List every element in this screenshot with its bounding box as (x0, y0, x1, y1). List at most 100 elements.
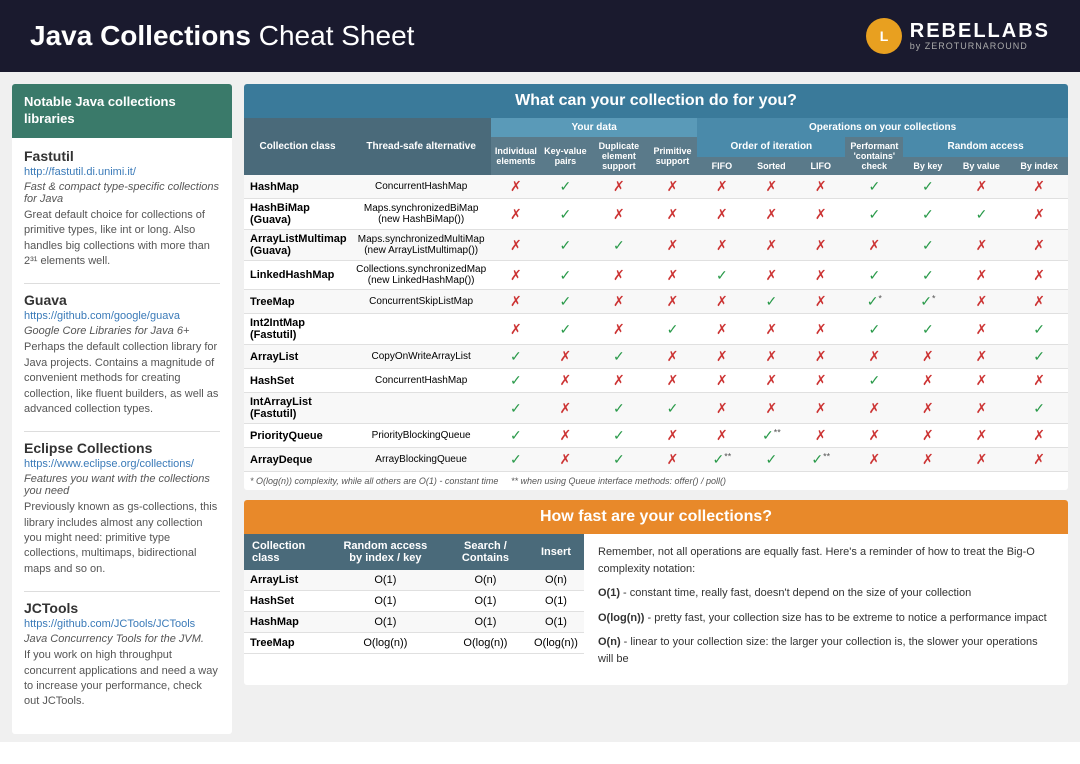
cross-cell: ✗ (747, 393, 796, 424)
cross-cell: ✗ (648, 424, 697, 448)
class-name: LinkedHashMap (244, 261, 351, 290)
cross-cell: ✗ (697, 290, 746, 314)
thread-safe-alt: ConcurrentHashMap (351, 175, 491, 199)
check-cell: ✓ (845, 369, 903, 393)
bth-search: Search / Contains (443, 534, 528, 570)
cross-cell: ✗ (697, 424, 746, 448)
th-performance-check: Performant 'contains' check (845, 137, 903, 175)
bottom-table-body: ArrayList O(1) O(n) O(n) HashSet O(1) O(… (244, 570, 584, 654)
o1-text: - constant time, really fast, doesn't de… (620, 587, 971, 599)
th-duplicate: Duplicate element support (590, 137, 648, 175)
cross-cell: ✗ (953, 448, 1011, 472)
fastutil-title: Fastutil (24, 148, 220, 164)
table-row: LinkedHashMap Collections.synchronizedMa… (244, 261, 1068, 290)
check-cell: ✓ (845, 314, 903, 345)
cross-cell: ✗ (648, 448, 697, 472)
cross-cell: ✗ (697, 175, 746, 199)
btd-class: TreeMap (244, 633, 328, 654)
cross-cell: ✗ (590, 199, 648, 230)
btd-class: HashMap (244, 612, 328, 633)
bottom-table: Collection class Random access by index … (244, 534, 584, 654)
check-cell: ✓ (648, 314, 697, 345)
rebel-labs-logo: L REBELLABS by ZEROTURNAROUND (866, 18, 1050, 54)
jctools-title: JCTools (24, 600, 220, 616)
btd-insert: O(1) (528, 612, 584, 633)
cross-cell: ✗ (697, 199, 746, 230)
cross-cell: ✗ (491, 230, 540, 261)
check-cell: ✓ (697, 261, 746, 290)
cross-cell: ✗ (697, 345, 746, 369)
cross-cell: ✗ (845, 345, 903, 369)
jctools-link[interactable]: https://github.com/JCTools/JCTools (24, 618, 220, 630)
cross-cell: ✗ (491, 175, 540, 199)
fastutil-link[interactable]: http://fastutil.di.unimi.it/ (24, 166, 220, 178)
cross-cell: ✗ (796, 175, 845, 199)
btd-search: O(1) (443, 591, 528, 612)
table-row: PriorityQueue PriorityBlockingQueue ✓✗✓✗… (244, 424, 1068, 448)
page-title: Java Collections Cheat Sheet (30, 20, 414, 52)
list-item: ArrayList O(1) O(n) O(n) (244, 570, 584, 591)
check-cell: ✓ (903, 314, 952, 345)
th-fifo: FIFO (697, 157, 746, 176)
footnote2: ** when using Queue interface methods: o… (511, 476, 726, 486)
btd-random: O(1) (328, 570, 443, 591)
fastutil-italic: Fast & compact type-specific collections… (24, 181, 220, 205)
th-random-access: Random access (903, 137, 1068, 157)
th-by-key: By key (903, 157, 952, 176)
btd-insert: O(1) (528, 591, 584, 612)
check-cell: ✓ (903, 230, 952, 261)
th-operations: Operations on your collections (697, 118, 1068, 137)
check-cell: ✓ (1010, 345, 1068, 369)
guava-title: Guava (24, 292, 220, 308)
o1-bold: O(1) (598, 587, 620, 599)
table-row: Int2IntMap (Fastutil) ✗✓✗✓ ✗✗✗ ✓ ✓✗✓ (244, 314, 1068, 345)
cross-cell: ✗ (747, 199, 796, 230)
bottom-on: O(n) - linear to your collection size: t… (598, 634, 1054, 667)
title-bold: Java Collections (30, 20, 251, 51)
bottom-ologn: O(log(n)) - pretty fast, your collection… (598, 610, 1054, 627)
table-row: HashSet ConcurrentHashMap ✓✗✗✗ ✗✗✗ ✓ ✗✗✗ (244, 369, 1068, 393)
bottom-intro: Remember, not all operations are equally… (598, 544, 1054, 577)
check-cell: ✓ (590, 393, 648, 424)
class-name: HashBiMap (Guava) (244, 199, 351, 230)
footnote-area: * O(log(n)) complexity, while all others… (244, 472, 1068, 490)
footnote1: * O(log(n)) complexity, while all others… (250, 476, 498, 486)
eclipse-italic: Features you want with the collections y… (24, 473, 220, 497)
sidebar-section-eclipse: Eclipse Collections https://www.eclipse.… (24, 440, 220, 577)
top-table-body: HashMap ConcurrentHashMap ✗✓✗✗ ✗✗✗ ✓ ✓✗✗… (244, 175, 1068, 472)
cross-cell: ✗ (953, 369, 1011, 393)
cross-cell: ✗ (491, 290, 540, 314)
guava-link[interactable]: https://github.com/google/guava (24, 310, 220, 322)
btd-class: HashSet (244, 591, 328, 612)
table-row: HashBiMap (Guava) Maps.synchronizedBiMap… (244, 199, 1068, 230)
cross-cell: ✗ (1010, 175, 1068, 199)
th-sorted: Sorted (747, 157, 796, 176)
check-cell: ✓ (491, 345, 540, 369)
sidebar-body: Fastutil http://fastutil.di.unimi.it/ Fa… (12, 138, 232, 734)
divider-1 (24, 283, 220, 284)
class-name: HashMap (244, 175, 351, 199)
table-row: ArrayDeque ArrayBlockingQueue ✓✗✓✗ ✓**✓✓… (244, 448, 1068, 472)
class-name: ArrayList (244, 345, 351, 369)
thread-safe-alt: ConcurrentSkipListMap (351, 290, 491, 314)
check-cell: ✓ (590, 230, 648, 261)
bottom-section-title: How fast are your collections? (244, 500, 1068, 534)
class-name: HashSet (244, 369, 351, 393)
cross-cell: ✗ (590, 369, 648, 393)
class-name: Int2IntMap (Fastutil) (244, 314, 351, 345)
check-star-cell: ✓* (845, 290, 903, 314)
cross-cell: ✗ (845, 448, 903, 472)
table-row: IntArrayList (Fastutil) ✓✗✓✓ ✗✗✗ ✗ ✗✗✓ (244, 393, 1068, 424)
cross-cell: ✗ (796, 290, 845, 314)
cross-cell: ✗ (747, 230, 796, 261)
cross-cell: ✗ (1010, 369, 1068, 393)
eclipse-link[interactable]: https://www.eclipse.org/collections/ (24, 458, 220, 470)
btd-random: O(1) (328, 612, 443, 633)
cross-cell: ✗ (845, 424, 903, 448)
thread-safe-alt: Maps.synchronizedBiMap (new HashBiMap()) (351, 199, 491, 230)
on-bold: O(n) (598, 636, 621, 648)
cross-cell: ✗ (796, 230, 845, 261)
table-row: TreeMap ConcurrentSkipListMap ✗✓✗✗ ✗✓✗ ✓… (244, 290, 1068, 314)
bottom-content: Collection class Random access by index … (244, 534, 1068, 685)
cross-cell: ✗ (1010, 290, 1068, 314)
